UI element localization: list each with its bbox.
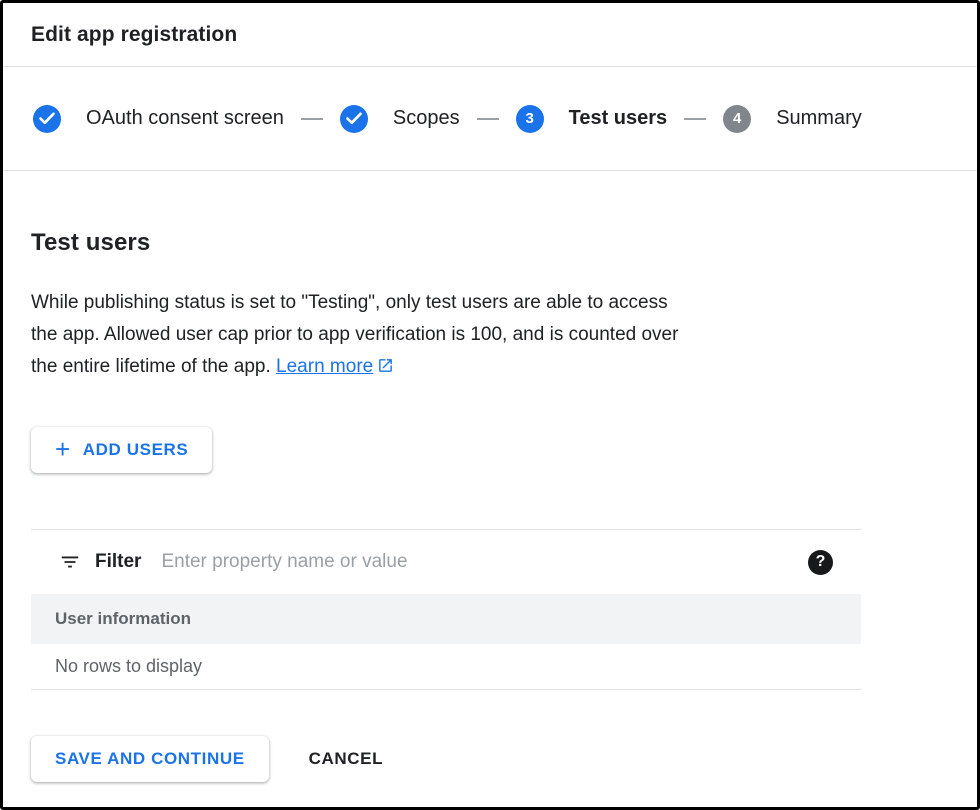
- save-and-continue-button[interactable]: SAVE AND CONTINUE: [31, 736, 269, 782]
- step-label: Scopes: [393, 107, 460, 130]
- step-number-badge: 3: [516, 105, 544, 133]
- checkmark-icon: [346, 112, 362, 125]
- step-number: 3: [525, 111, 533, 126]
- description-line: While publishing status is set to "Testi…: [31, 287, 949, 319]
- add-users-button[interactable]: + ADD USERS: [31, 427, 212, 473]
- step-number-badge: 4: [723, 105, 751, 133]
- step-number: 4: [733, 111, 741, 126]
- open-in-new-icon: [377, 357, 394, 374]
- step-label: Test users: [569, 107, 668, 130]
- description-line: the app. Allowed user cap prior to app v…: [31, 319, 949, 351]
- step-oauth-consent-screen[interactable]: OAuth consent screen: [33, 105, 284, 133]
- filter-input[interactable]: [161, 551, 792, 573]
- help-icon[interactable]: ?: [808, 550, 833, 575]
- step-label: Summary: [776, 107, 862, 130]
- dialog-header: Edit app registration: [3, 3, 977, 67]
- empty-state-message: No rows to display: [55, 656, 202, 677]
- step-connector: [477, 118, 499, 120]
- filter-icon: [59, 551, 81, 573]
- stepper: OAuth consent screen Scopes 3 Test users…: [3, 67, 977, 171]
- section-title: Test users: [31, 229, 949, 257]
- add-users-label: ADD USERS: [83, 440, 189, 460]
- page-title: Edit app registration: [31, 23, 237, 47]
- checkmark-icon: [39, 112, 55, 125]
- description-line: the entire lifetime of the app. Learn mo…: [31, 351, 949, 383]
- filter-bar: Filter ?: [31, 529, 861, 594]
- description-text: While publishing status is set to "Testi…: [31, 287, 949, 383]
- step-connector: [301, 118, 323, 120]
- edit-app-registration-dialog: Edit app registration OAuth consent scre…: [0, 0, 980, 810]
- step-summary[interactable]: 4 Summary: [723, 105, 862, 133]
- table-header-row: User information: [31, 594, 861, 644]
- step-connector: [684, 118, 706, 120]
- column-header-user-information: User information: [55, 609, 191, 629]
- step-complete-icon: [340, 105, 368, 133]
- step-complete-icon: [33, 105, 61, 133]
- step-label: OAuth consent screen: [86, 107, 284, 130]
- step-scopes[interactable]: Scopes: [340, 105, 460, 133]
- learn-more-link[interactable]: Learn more: [276, 356, 394, 377]
- step-test-users[interactable]: 3 Test users: [516, 105, 668, 133]
- main-content: Test users While publishing status is se…: [3, 229, 977, 782]
- cancel-button[interactable]: CANCEL: [309, 749, 383, 769]
- filter-label: Filter: [95, 551, 141, 573]
- plus-icon: +: [55, 436, 71, 462]
- footer-actions: SAVE AND CONTINUE CANCEL: [31, 736, 949, 782]
- table-empty-row: No rows to display: [31, 644, 861, 690]
- test-users-table: Filter ? User information No rows to dis…: [31, 529, 861, 690]
